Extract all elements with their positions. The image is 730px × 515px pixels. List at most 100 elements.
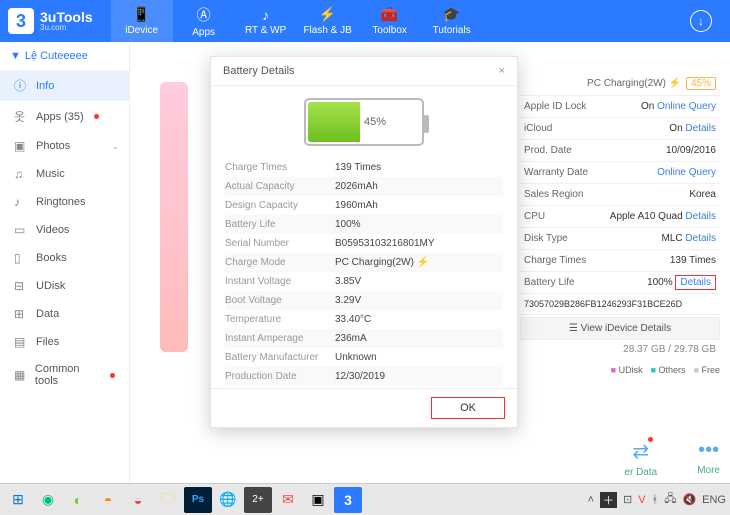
tray-app-icon[interactable]: ⊡ [623, 493, 632, 506]
data-icon: ⊞ [14, 307, 28, 321]
sidebar-apps[interactable]: 옷Apps (35) [0, 101, 129, 132]
sidebar-music[interactable]: ♫Music [0, 160, 129, 188]
more-icon: ••• [698, 439, 719, 462]
detail-row: Charge Times139 Times [520, 250, 720, 272]
tray-network-icon[interactable]: 🖧 [664, 490, 676, 509]
spec-row: Instant Amperage236mA [225, 329, 503, 348]
sidebar-device-header[interactable]: ▼ Lệ Cuteeeee [0, 42, 129, 70]
ringtones-icon: ♪ [14, 195, 28, 209]
storage-legend: UDisk Others Free [520, 365, 720, 375]
sidebar-udisk[interactable]: ⊟UDisk [0, 272, 129, 300]
nav-apps[interactable]: ⒶApps [173, 0, 235, 42]
storage-text: 28.37 GB / 29.78 GB [520, 340, 720, 359]
tray-plus-icon[interactable]: ＋ [600, 492, 617, 508]
bolt-icon: ⚡ [417, 257, 429, 268]
spec-row: Instant Voltage3.85V [225, 272, 503, 291]
spec-row: Battery ManufacturerUnknown [225, 348, 503, 367]
details-link[interactable]: Online Query [657, 101, 716, 112]
sidebar-data[interactable]: ⊞Data [0, 300, 129, 328]
details-link[interactable]: Details [685, 123, 716, 134]
tray-lang[interactable]: ENG [702, 494, 726, 506]
sidebar-info[interactable]: ⓘInfo [0, 70, 129, 101]
battery-fill [308, 102, 360, 142]
device-icon: 📱 [133, 6, 150, 23]
detail-row: CPUApple A10 Quad Details [520, 206, 720, 228]
details-link[interactable]: Online Query [657, 167, 716, 178]
system-tray: ˄ ＋ ⊡ V ᚼ 🖧 🔇 ENG [588, 490, 726, 509]
tutorials-icon: 🎓 [443, 6, 460, 23]
spec-row: Actual Capacity2026mAh [225, 177, 503, 196]
tb-ps[interactable]: Ps [184, 487, 212, 513]
tray-chevron-icon[interactable]: ˄ [588, 494, 594, 506]
tray-sound-icon[interactable]: 🔇 [682, 493, 696, 506]
detail-row: iCloudOn Details [520, 118, 720, 140]
download-icon[interactable]: ↓ [690, 10, 712, 32]
notification-dot [110, 373, 115, 378]
sidebar-books[interactable]: ▯Books [0, 244, 129, 272]
detail-row: Disk TypeMLC Details [520, 228, 720, 250]
tray-shield-icon[interactable]: V [638, 494, 645, 506]
spec-row: Charge ModePC Charging(2W) ⚡ [225, 253, 503, 272]
details-link[interactable]: Details [685, 233, 716, 244]
nav-tutorials[interactable]: 🎓Tutorials [421, 0, 483, 42]
apps-icon: Ⓐ [197, 5, 211, 25]
books-icon: ▯ [14, 251, 28, 265]
spec-row: Charge Times139 Times [225, 158, 503, 177]
action-data[interactable]: ⇄er Data [624, 439, 657, 478]
tb-edge[interactable]: ◉ [34, 487, 62, 513]
tb-app3[interactable]: ◒ [124, 487, 152, 513]
detail-row: Battery Life100% Details [520, 272, 720, 294]
action-more[interactable]: •••More [697, 439, 720, 478]
music-icon: ♫ [14, 167, 28, 181]
logo-badge: 3 [8, 8, 34, 34]
tb-app1[interactable]: ◐ [64, 487, 92, 513]
ok-button[interactable]: OK [431, 397, 505, 419]
sidebar-files[interactable]: ▤Files [0, 328, 129, 356]
rtwp-icon: ♪ [262, 7, 269, 23]
sidebar-common-tools[interactable]: ▦Common tools [0, 356, 129, 394]
spec-row: Production Date12/30/2019 [225, 367, 503, 386]
transfer-icon: ⇄ [632, 439, 649, 464]
app-name: 3uTools [40, 10, 93, 24]
tb-app2[interactable]: ◓ [94, 487, 122, 513]
detail-row: Sales RegionKorea [520, 184, 720, 206]
app-site: 3u.com [40, 24, 93, 32]
tb-app4[interactable]: 2+ [244, 487, 272, 513]
view-idevice-details[interactable]: ☰ View iDevice Details [520, 317, 720, 340]
sidebar-ringtones[interactable]: ♪Ringtones [0, 188, 129, 216]
modal-title: Battery Details [223, 65, 295, 77]
battery-details-modal: Battery Details × 45% Charge Times139 Ti… [210, 56, 518, 428]
tb-explorer[interactable]: 🗀 [154, 487, 182, 513]
tb-chrome[interactable]: 🌐 [214, 487, 242, 513]
battery-spec-table: Charge Times139 TimesActual Capacity2026… [211, 154, 517, 388]
bolt-icon: ⚡ [669, 78, 681, 89]
toolbox-icon: 🧰 [381, 6, 398, 23]
udisk-icon: ⊟ [14, 279, 28, 293]
sidebar: ▼ Lệ Cuteeeee ⓘInfo 옷Apps (35) ▣Photos⌄ … [0, 42, 130, 483]
apps-icon: 옷 [14, 108, 28, 125]
chevron-down-icon: ⌄ [111, 141, 119, 152]
detail-charging-header: PC Charging(2W) ⚡ 45% [520, 72, 720, 96]
close-icon[interactable]: × [499, 65, 505, 77]
notification-dot [94, 114, 99, 119]
nav-flash[interactable]: ⚡Flash & JB [297, 0, 359, 42]
details-link[interactable]: Details [675, 275, 716, 290]
files-icon: ▤ [14, 335, 28, 349]
spec-row: Battery Life100% [225, 215, 503, 234]
tb-start[interactable]: ⊞ [4, 487, 32, 513]
nav-toolbox[interactable]: 🧰Toolbox [359, 0, 421, 42]
app-logo: 3 3uTools 3u.com [0, 8, 101, 34]
battery-pct-badge: 45% [686, 77, 716, 90]
nav-idevice[interactable]: 📱iDevice [111, 0, 173, 42]
tb-app6[interactable]: ▣ [304, 487, 332, 513]
detail-row: Prod. Date10/09/2016 [520, 140, 720, 162]
sidebar-photos[interactable]: ▣Photos⌄ [0, 132, 129, 160]
nav-rtwp[interactable]: ♪RT & WP [235, 0, 297, 42]
tray-bluetooth-icon[interactable]: ᚼ [652, 494, 659, 506]
spec-row: Boot Voltage3.29V [225, 291, 503, 310]
tb-app5[interactable]: ✉ [274, 487, 302, 513]
spec-row: Serial NumberB05953103216801MY [225, 234, 503, 253]
sidebar-videos[interactable]: ▭Videos [0, 216, 129, 244]
details-link[interactable]: Details [685, 211, 716, 222]
tb-3utools[interactable]: 3 [334, 487, 362, 513]
